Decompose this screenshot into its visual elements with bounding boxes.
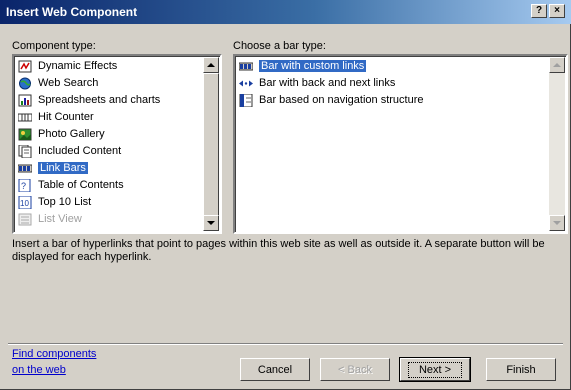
close-button[interactable]: × <box>549 4 565 18</box>
help-button[interactable]: ? <box>531 4 547 18</box>
window-title: Insert Web Component <box>6 5 138 19</box>
component-type-label: Component type: <box>12 40 96 52</box>
spreadsheet-chart-icon <box>18 94 32 107</box>
list-item-list-view[interactable]: List View <box>16 211 202 228</box>
list-item-navigation-structure[interactable]: Bar based on navigation structure <box>237 92 548 109</box>
arrow-down-icon <box>207 221 215 225</box>
svg-text:?: ? <box>21 181 26 191</box>
arrow-up-icon <box>207 63 215 67</box>
component-type-list[interactable]: Dynamic Effects Web Search Spreadsheets … <box>12 54 222 234</box>
list-item-table-of-contents[interactable]: ? Table of Contents <box>16 177 202 194</box>
next-button[interactable]: Next > <box>399 357 471 382</box>
list-item-top-10-list[interactable]: 10 Top 10 List <box>16 194 202 211</box>
list-item-link-bars[interactable]: Link Bars <box>16 160 202 177</box>
svg-text:10: 10 <box>20 199 29 208</box>
link-bars-icon <box>18 164 32 173</box>
table-of-contents-icon: ? <box>18 179 31 192</box>
component-description: Insert a bar of hyperlinks that point to… <box>12 238 545 263</box>
scroll-down-button[interactable] <box>203 215 219 231</box>
list-item-hit-counter[interactable]: Hit Counter <box>16 109 202 126</box>
navigation-structure-icon <box>239 94 253 107</box>
list-item-web-search[interactable]: Web Search <box>16 75 202 92</box>
back-button[interactable]: < Back <box>320 358 390 381</box>
cancel-button[interactable]: Cancel <box>240 358 310 381</box>
scroll-up-button[interactable] <box>549 57 565 73</box>
list-item-custom-links[interactable]: Bar with custom links <box>237 58 548 75</box>
title-bar[interactable]: Insert Web Component ? × <box>0 0 571 24</box>
list-item-photo-gallery[interactable]: Photo Gallery <box>16 126 202 143</box>
scroll-up-button[interactable] <box>203 57 219 73</box>
bar-type-scrollbar[interactable] <box>549 57 565 231</box>
component-list-scrollbar[interactable] <box>203 57 219 231</box>
list-view-icon <box>18 213 32 226</box>
list-item-back-next-links[interactable]: Bar with back and next links <box>237 75 548 92</box>
divider <box>8 343 563 345</box>
web-search-icon <box>19 77 31 90</box>
top10-list-icon: 10 <box>18 196 32 209</box>
included-content-icon <box>18 145 32 158</box>
list-item-included-content[interactable]: Included Content <box>16 143 202 160</box>
arrow-up-icon <box>553 63 561 67</box>
custom-links-bar-icon <box>239 62 253 71</box>
find-components-link-line1: Find components <box>12 348 97 360</box>
scroll-thumb[interactable] <box>203 73 219 219</box>
find-components-link[interactable]: Find components on the web <box>12 348 96 376</box>
insert-web-component-dialog: Insert Web Component ? × Component type:… <box>0 0 571 390</box>
list-item-dynamic-effects[interactable]: Dynamic Effects <box>16 58 202 75</box>
dynamic-effects-icon <box>18 60 32 73</box>
finish-button[interactable]: Finish <box>486 358 556 381</box>
list-item-spreadsheets-charts[interactable]: Spreadsheets and charts <box>16 92 202 109</box>
hit-counter-icon <box>18 113 32 122</box>
bar-type-list[interactable]: Bar with custom links Bar with back and … <box>233 54 568 234</box>
bar-type-label: Choose a bar type: <box>233 40 326 52</box>
back-next-links-icon <box>239 80 253 87</box>
scroll-down-button[interactable] <box>549 215 565 231</box>
photo-gallery-icon <box>18 128 32 141</box>
arrow-down-icon <box>553 221 561 225</box>
find-components-link-line2: on the web <box>12 364 66 376</box>
